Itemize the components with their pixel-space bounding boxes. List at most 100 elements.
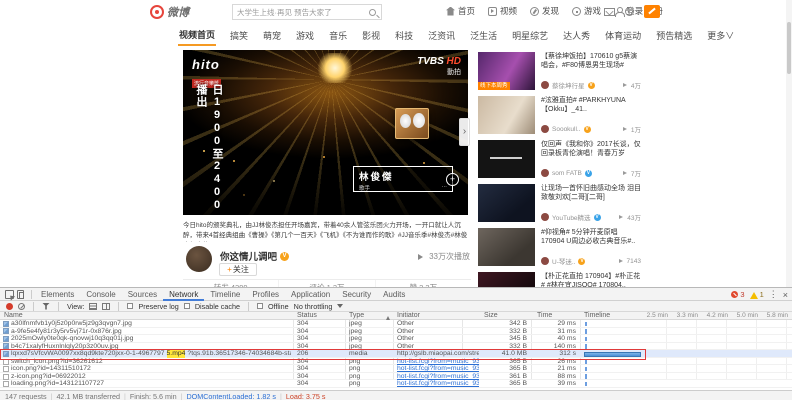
channel-tab[interactable]: 萌宠: [262, 26, 282, 45]
video-title[interactable]: 仅回声《我和你》2017长谈，仅回录板青伦演唱！青春万岁: [541, 140, 641, 158]
filter-funnel-icon[interactable]: [42, 302, 50, 310]
devtools-tab[interactable]: Console: [80, 288, 121, 301]
preserve-log-checkbox[interactable]: [127, 303, 134, 309]
page-scrollbar[interactable]: [786, 0, 792, 287]
video-title[interactable]: 让现场一首怀旧曲感动全场 泪目致敬刘欢[二哥][二哥]: [541, 184, 641, 202]
related-video-item[interactable]: #仰视角# 5分钟开麦原唱 170904 U周边必收古典音乐#.. U-琴迷..…: [478, 228, 641, 266]
devtools-close-icon[interactable]: ×: [783, 290, 788, 300]
devtools-tab[interactable]: Security: [336, 288, 377, 301]
devtools-tab[interactable]: Profiles: [246, 288, 285, 301]
uploader-avatar[interactable]: [186, 246, 212, 272]
related-video-item[interactable]: 线下本周秀 【蔡徐坤饭拍】170610 g5蔡演唱会，#F80博恩男生现场# 蔡…: [478, 52, 641, 90]
video-thumbnail[interactable]: [478, 184, 535, 222]
post-action-button[interactable]: 转发 4299: [183, 280, 278, 287]
channel-name[interactable]: som FATB: [552, 170, 582, 177]
channel-name[interactable]: Soookull..: [552, 126, 581, 133]
channel-tab[interactable]: 体育运动: [604, 26, 642, 45]
network-request-row[interactable]: b4c71xalyfHuxnlnlqly20p3z00uv.jpg 304 jp…: [0, 343, 792, 351]
devtools-tab[interactable]: Timeline: [204, 288, 246, 301]
video-thumbnail[interactable]: [478, 272, 535, 287]
col-type[interactable]: Type: [349, 312, 364, 320]
channel-tab[interactable]: 音乐: [328, 26, 348, 45]
video-thumbnail[interactable]: [478, 140, 535, 178]
col-initiator[interactable]: Initiator: [397, 312, 420, 320]
devtools-tab[interactable]: Network: [163, 288, 204, 301]
uploader-name[interactable]: 你这情儿调吧 V: [220, 249, 290, 263]
request-name[interactable]: loading.png?id=143121107727: [3, 380, 291, 388]
channel-name[interactable]: YouTube精选: [552, 212, 591, 222]
network-request-row[interactable]: z-icon.png?id=06922012 304 png hot-list.…: [0, 373, 792, 381]
related-video-item[interactable]: 仅回声《我和你》2017长谈，仅回录板青伦演唱！青春万岁 som FATB V …: [478, 140, 641, 178]
channel-tab[interactable]: 游戏: [295, 26, 315, 45]
header-nav-item[interactable]: 游戏: [572, 5, 601, 17]
video-title[interactable]: 【蔡徐坤饭拍】170610 g5蔡演唱会，#F80博恩男生现场#: [541, 52, 641, 70]
network-request-row[interactable]: switch_icon.png?id=36261612 304 png hot-…: [0, 358, 792, 366]
request-name[interactable]: 2025mOwly0te0qk-qnovwj10q3qq01j.jpg: [3, 335, 291, 343]
col-status[interactable]: Status: [297, 312, 317, 320]
header-nav-item[interactable]: 首页: [446, 5, 475, 17]
network-request-row[interactable]: 2025mOwly0te0qk-qnovwj10q3qq01j.jpg 304 …: [0, 335, 792, 343]
network-request-row[interactable]: a30lfnmfvb1y0j5z0p0rw5jz9g3qvgn7.jpg 304…: [0, 320, 792, 328]
col-name[interactable]: Name: [4, 312, 23, 320]
compose-post-icon[interactable]: [644, 5, 660, 18]
warning-count-badge[interactable]: 1: [749, 290, 764, 299]
channel-name[interactable]: 蔡徐坤行星: [552, 80, 585, 90]
device-toolbar-icon[interactable]: [17, 289, 24, 299]
channel-tab[interactable]: 泛资讯: [427, 26, 456, 45]
channel-tab[interactable]: 搞笑: [229, 26, 249, 45]
devtools-tab[interactable]: Sources: [122, 288, 163, 301]
request-name[interactable]: b4c71xalyfHuxnlnlqly20p3z00uv.jpg: [3, 343, 291, 351]
devtools-tab[interactable]: Audits: [377, 288, 411, 301]
mail-icon[interactable]: [604, 7, 615, 16]
devtools-menu-icon[interactable]: ⋮: [769, 289, 778, 300]
channel-tab[interactable]: 达人秀: [562, 26, 591, 45]
channel-tab[interactable]: 科技: [394, 26, 414, 45]
channel-tab[interactable]: 泛生活: [469, 26, 498, 45]
network-request-row[interactable]: loading.png?id=143121107727 304 png hot-…: [0, 380, 792, 388]
request-name[interactable]: a-9fe5e4fy81r3y5rv5vj71r-0x876r.jpg: [3, 328, 291, 336]
network-request-row[interactable]: lqxxd7sVfcvWA0097xx8qd9kte720jxx-0-1-496…: [0, 349, 792, 360]
error-count-badge[interactable]: 3: [731, 290, 745, 299]
carousel-next-button[interactable]: ›: [459, 118, 470, 146]
col-time[interactable]: Time: [537, 312, 552, 320]
list-view-icon[interactable]: [89, 302, 98, 310]
channel-tab[interactable]: 明星综艺: [511, 26, 549, 45]
search-input[interactable]: [233, 7, 369, 17]
follow-button[interactable]: +关注: [219, 263, 257, 276]
request-name[interactable]: icon.png?id=14311510172: [3, 365, 291, 373]
request-name[interactable]: lqxxd7sVfcvWA0097xx8qd9kte720jxx-0-1-496…: [3, 350, 291, 358]
channel-name[interactable]: U-琴迷..: [552, 256, 575, 266]
network-request-row[interactable]: icon.png?id=14311510172 304 png hot-list…: [0, 365, 792, 373]
scrollbar-thumb[interactable]: [787, 22, 791, 74]
related-video-item[interactable]: 让现场一首怀旧曲感动全场 泪目致敬刘欢[二哥][二哥] YouTube精选 V …: [478, 184, 641, 222]
related-video-item[interactable]: 【朴正花直拍 170904】#朴正花# #林在宜JISOO# 170804.. …: [478, 272, 641, 287]
channel-tab[interactable]: 影视: [361, 26, 381, 45]
video-title[interactable]: #泫雅直拍# #PARKHYUNA 【Okku】_41..: [541, 96, 641, 114]
request-name[interactable]: a30lfnmfvb1y0j5z0p0rw5jz9g3qvgn7.jpg: [3, 320, 291, 328]
related-video-item[interactable]: #泫雅直拍# #PARKHYUNA 【Okku】_41.. Soookull..…: [478, 96, 641, 134]
request-name[interactable]: switch_icon.png?id=36261612: [3, 358, 291, 366]
inspect-element-icon[interactable]: [5, 289, 14, 299]
post-action-button[interactable]: 评论 1.2万: [278, 280, 374, 287]
search-icon[interactable]: [369, 8, 376, 16]
search-box[interactable]: [232, 4, 382, 20]
video-player[interactable]: hito 流行音樂獎 TVBS HD 動拍 日1900至2400播出 林俊傑 歌…: [183, 50, 468, 215]
follow-artist-plus-icon[interactable]: +: [446, 173, 459, 186]
devtools-tab[interactable]: Application: [285, 288, 336, 301]
devtools-tab[interactable]: Elements: [35, 288, 80, 301]
header-nav-item[interactable]: 发现: [530, 5, 559, 17]
header-nav-item[interactable]: 视频: [488, 5, 517, 17]
channel-tab[interactable]: 更多∨: [706, 26, 735, 45]
col-size[interactable]: Size: [484, 312, 498, 320]
video-thumbnail[interactable]: 线下本周秀: [478, 52, 535, 90]
disable-cache-checkbox[interactable]: [183, 303, 190, 309]
record-button[interactable]: [6, 302, 13, 310]
weibo-logo[interactable]: 微博: [150, 4, 189, 20]
post-action-button[interactable]: 赞 2.3万: [374, 280, 471, 287]
network-request-row[interactable]: a-9fe5e4fy81r3y5rv5vj71r-0x876r.jpg 304 …: [0, 328, 792, 336]
clear-button[interactable]: [18, 302, 25, 310]
request-name[interactable]: z-icon.png?id=06922012: [3, 373, 291, 381]
channel-tab[interactable]: 预告精选: [655, 26, 693, 45]
video-title[interactable]: #仰视角# 5分钟开麦原唱 170904 U周边必收古典音乐#..: [541, 228, 641, 246]
col-timeline[interactable]: Timeline: [584, 312, 610, 320]
